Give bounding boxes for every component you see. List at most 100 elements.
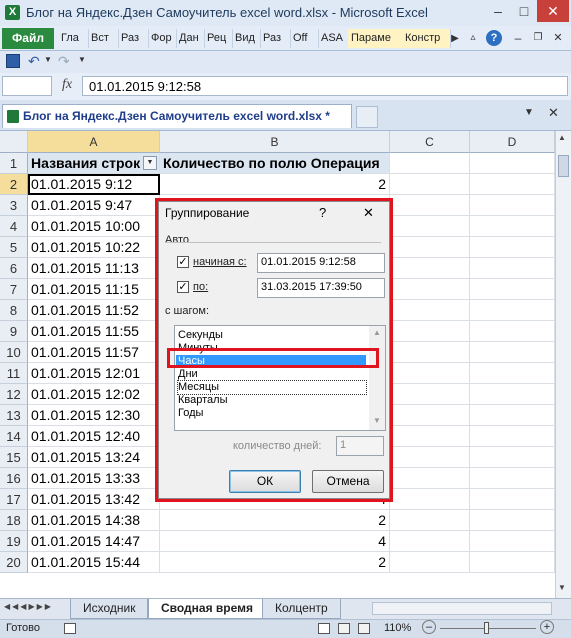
tab-pivot-options[interactable]: Параме	[348, 29, 403, 48]
row-header[interactable]: 3	[0, 195, 28, 216]
row-header[interactable]: 10	[0, 342, 28, 363]
cell-d[interactable]	[470, 258, 555, 279]
cell-b[interactable]: 2	[160, 510, 390, 531]
undo-dropdown-icon[interactable]: ▼	[44, 55, 52, 64]
tab-page-layout[interactable]: Раз	[118, 29, 149, 48]
row-header[interactable]: 11	[0, 363, 28, 384]
cell-d[interactable]	[470, 468, 555, 489]
cell-a[interactable]: 01.01.2015 12:30	[28, 405, 160, 426]
cell-a[interactable]: 01.01.2015 13:42	[28, 489, 160, 510]
redo-icon[interactable]: ↷	[58, 53, 70, 70]
pivot-row-labels-header[interactable]: Названия строк	[28, 153, 160, 174]
cell-a[interactable]: 01.01.2015 10:22	[28, 237, 160, 258]
cell-d[interactable]	[470, 447, 555, 468]
cell-a[interactable]: 01.01.2015 14:38	[28, 510, 160, 531]
cell-c[interactable]	[390, 279, 470, 300]
cell-d[interactable]	[470, 426, 555, 447]
cell-a[interactable]: 01.01.2015 12:40	[28, 426, 160, 447]
row-header[interactable]: 12	[0, 384, 28, 405]
cell-d[interactable]	[470, 174, 555, 195]
close-window-button[interactable]: ✕	[537, 0, 569, 22]
macro-record-icon[interactable]	[64, 623, 76, 634]
days-count-field[interactable]: 1	[336, 436, 384, 456]
zoom-in-icon[interactable]: +	[540, 620, 554, 634]
dialog-close-button[interactable]: ✕	[363, 205, 374, 221]
scroll-up-arrow[interactable]: ▲	[558, 133, 566, 142]
cell-a[interactable]: 01.01.2015 15:44	[28, 552, 160, 573]
cell-c[interactable]	[390, 153, 470, 174]
row-header[interactable]: 2	[0, 174, 28, 195]
cell-d[interactable]	[470, 489, 555, 510]
tab-asap[interactable]: ASA	[318, 29, 349, 48]
cell-d[interactable]	[470, 552, 555, 573]
row-header[interactable]: 17	[0, 489, 28, 510]
cell-a[interactable]: 01.01.2015 11:13	[28, 258, 160, 279]
cell-d[interactable]	[470, 321, 555, 342]
cell-d[interactable]	[470, 405, 555, 426]
cell-d[interactable]	[470, 216, 555, 237]
cell-d[interactable]	[470, 531, 555, 552]
step-item-years[interactable]: Годы	[178, 407, 203, 420]
row-header[interactable]: 19	[0, 531, 28, 552]
cell-c[interactable]	[390, 468, 470, 489]
cell-c[interactable]	[390, 405, 470, 426]
cell-c[interactable]	[390, 300, 470, 321]
listbox-scroll-down-arrow[interactable]: ▼	[373, 416, 381, 425]
column-header-a[interactable]: A	[28, 131, 160, 153]
cell-c[interactable]	[390, 216, 470, 237]
cell-d[interactable]	[470, 300, 555, 321]
workbook-close-icon[interactable]: ✕	[548, 105, 559, 121]
cell-d[interactable]	[470, 342, 555, 363]
start-checkbox[interactable]: ✓	[177, 256, 189, 268]
cell-a[interactable]: 01.01.2015 11:52	[28, 300, 160, 321]
cell-d[interactable]	[470, 384, 555, 405]
ok-button[interactable]: ОК	[229, 470, 301, 493]
step-item-quarters[interactable]: Кварталы	[178, 394, 227, 407]
workbook-list-dropdown-icon[interactable]: ▼	[524, 107, 534, 118]
sheet-tab-callcenter[interactable]: Колцентр	[262, 599, 341, 619]
customize-toolbar-icon[interactable]: ▼	[78, 55, 86, 64]
help-icon[interactable]: ?	[486, 30, 502, 46]
cell-a[interactable]: 01.01.2015 9:12	[28, 174, 160, 195]
normal-view-icon[interactable]	[318, 623, 330, 634]
cell-a[interactable]: 01.01.2015 10:00	[28, 216, 160, 237]
cell-c[interactable]	[390, 195, 470, 216]
minimize-button[interactable]: –	[485, 0, 511, 22]
row-header[interactable]: 16	[0, 468, 28, 489]
workbook-tab[interactable]: Блог на Яндекс.Дзен Самоучитель excel wo…	[2, 104, 352, 128]
zoom-level[interactable]: 110%	[384, 622, 411, 634]
tab-view[interactable]: Вид	[232, 29, 261, 48]
end-date-field[interactable]: 31.03.2015 17:39:50	[257, 278, 385, 298]
cell-c[interactable]	[390, 531, 470, 552]
tab-data[interactable]: Дан	[176, 29, 205, 48]
step-item-seconds[interactable]: Секунды	[178, 329, 223, 342]
row-header[interactable]: 1	[0, 153, 28, 174]
cell-c[interactable]	[390, 174, 470, 195]
cell-c[interactable]	[390, 237, 470, 258]
row-header[interactable]: 8	[0, 300, 28, 321]
select-all-corner[interactable]	[0, 131, 28, 153]
file-tab[interactable]: Файл	[2, 28, 54, 49]
step-item-days[interactable]: Дни	[178, 368, 198, 381]
name-box[interactable]	[2, 76, 52, 96]
row-header[interactable]: 15	[0, 447, 28, 468]
page-layout-view-icon[interactable]	[338, 623, 350, 634]
function-icon[interactable]: fx	[62, 77, 72, 93]
cell-c[interactable]	[390, 363, 470, 384]
cell-c[interactable]	[390, 426, 470, 447]
cell-a[interactable]: 01.01.2015 12:02	[28, 384, 160, 405]
listbox-scrollbar[interactable]: ▲ ▼	[369, 326, 385, 430]
dialog-help-button[interactable]: ?	[319, 205, 326, 220]
tab-office[interactable]: Off	[290, 29, 319, 48]
filter-dropdown-icon[interactable]: ▼	[143, 156, 157, 170]
row-header[interactable]: 5	[0, 237, 28, 258]
step-item-months[interactable]: Месяцы	[177, 380, 367, 395]
tab-pivot-design[interactable]: Констр	[402, 29, 451, 48]
page-break-view-icon[interactable]	[358, 623, 370, 634]
cell-a[interactable]: 01.01.2015 11:55	[28, 321, 160, 342]
cell-c[interactable]	[390, 510, 470, 531]
zoom-out-icon[interactable]: –	[422, 620, 436, 634]
listbox-scroll-up-arrow[interactable]: ▲	[373, 328, 381, 337]
cell-d[interactable]	[470, 510, 555, 531]
cell-a[interactable]: 01.01.2015 11:15	[28, 279, 160, 300]
